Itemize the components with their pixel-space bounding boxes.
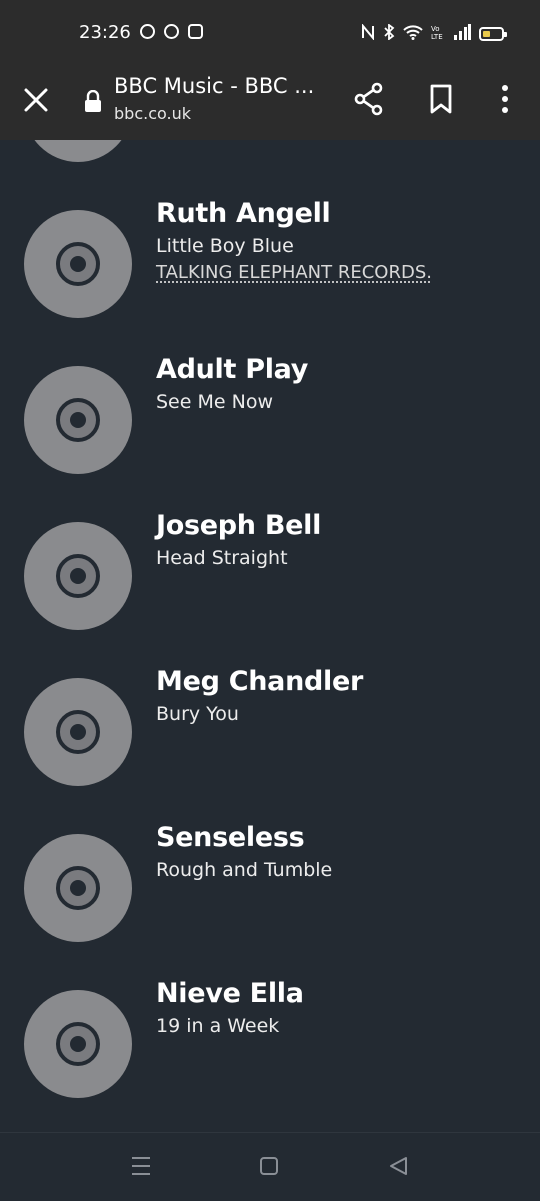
lock-icon[interactable] (84, 89, 102, 112)
notification-icons (140, 24, 203, 39)
track-artist: Adult Play (156, 354, 309, 385)
battery-icon (479, 27, 507, 41)
track-artist: Ruth Angell (156, 198, 331, 229)
wifi-icon (403, 24, 423, 44)
share-icon[interactable] (354, 82, 384, 116)
recent-apps-icon[interactable] (131, 1155, 151, 1181)
svg-text:LTE: LTE (431, 33, 443, 40)
track-artist: Nieve Ella (156, 978, 304, 1009)
instagram-icon (188, 24, 203, 39)
album-art-icon (24, 678, 132, 786)
page-title[interactable]: BBC Music - BBC ... (114, 74, 314, 98)
bluetooth-icon (383, 23, 395, 44)
svg-text:Vo: Vo (431, 25, 440, 33)
album-art-icon (24, 834, 132, 942)
nfc-icon (361, 23, 375, 44)
status-bar: 23:26 Vo LTE (0, 0, 540, 64)
album-art-icon (24, 990, 132, 1098)
track-list: Ruth Angell Little Boy Blue TALKING ELEP… (0, 140, 540, 1132)
album-art-icon (24, 522, 132, 630)
status-time: 23:26 (79, 22, 131, 43)
track-title: Rough and Tumble (156, 859, 333, 881)
system-icons: Vo LTE (361, 23, 507, 44)
track-artist: Senseless (156, 822, 305, 853)
messenger-icon (140, 24, 155, 39)
home-icon[interactable] (259, 1155, 279, 1181)
track-title: Head Straight (156, 547, 288, 569)
back-icon[interactable] (388, 1155, 408, 1181)
track-artist: Joseph Bell (156, 510, 322, 541)
signal-icon (453, 24, 471, 44)
track-title: Bury You (156, 703, 239, 725)
album-art-icon (24, 140, 132, 162)
album-art-icon (24, 210, 132, 318)
record-label: TALKING ELEPHANT RECORDS. (156, 262, 432, 283)
track-title: 19 in a Week (156, 1015, 280, 1037)
pinterest-icon (164, 24, 179, 39)
track-title: Little Boy Blue (156, 235, 294, 257)
track-title: See Me Now (156, 391, 273, 413)
volte-icon: Vo LTE (431, 24, 445, 44)
system-nav-bar (0, 1132, 540, 1201)
bookmark-icon[interactable] (429, 84, 453, 114)
track-artist: Meg Chandler (156, 666, 363, 697)
close-icon[interactable] (22, 86, 50, 114)
browser-toolbar: BBC Music - BBC ... bbc.co.uk (0, 64, 540, 140)
album-art-icon (24, 366, 132, 474)
more-options-icon[interactable] (497, 84, 513, 114)
page-url[interactable]: bbc.co.uk (114, 104, 191, 123)
